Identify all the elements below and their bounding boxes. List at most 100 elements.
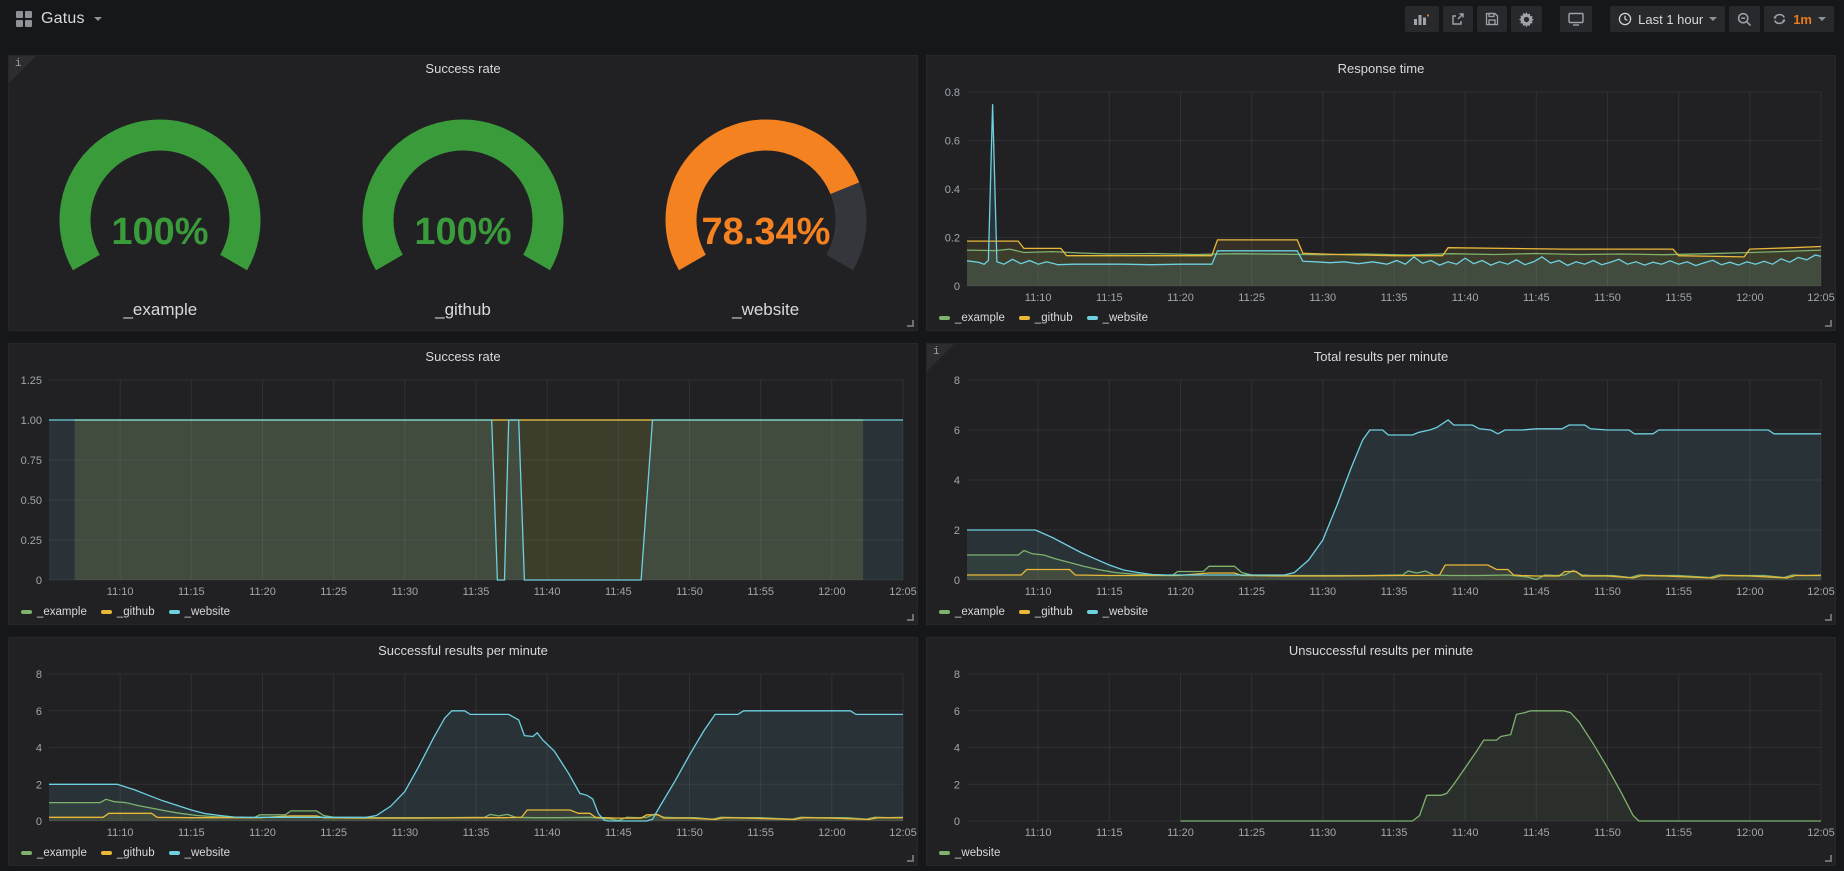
refresh-icon <box>1772 12 1787 26</box>
unsuccessful-results-chart[interactable]: 0246811:1011:1511:2011:2511:3011:3511:40… <box>931 664 1831 841</box>
legend-item[interactable]: _example <box>939 312 1005 324</box>
legend-item[interactable]: _github <box>1019 606 1073 618</box>
panel-title[interactable]: Success rate <box>9 56 917 82</box>
panel-resize-handle[interactable] <box>1825 614 1832 621</box>
legend-item[interactable]: _example <box>21 847 87 859</box>
panel-successful-results: Successful results per minute 0246811:10… <box>8 637 918 866</box>
time-range-picker[interactable]: Last 1 hour <box>1610 6 1725 32</box>
save-button[interactable] <box>1477 6 1507 32</box>
legend-series-name: _website <box>1103 312 1148 324</box>
panel-title[interactable]: Response time <box>927 56 1835 82</box>
legend-item[interactable]: _github <box>101 606 155 618</box>
chart-svg: 00.20.40.60.811:1011:1511:2011:2511:3011… <box>931 82 1831 306</box>
legend-series-color-icon <box>939 851 950 855</box>
panel-info-corner[interactable]: i <box>927 344 954 371</box>
svg-text:0.4: 0.4 <box>945 184 960 196</box>
svg-text:11:40: 11:40 <box>1452 827 1479 839</box>
legend-series-color-icon <box>101 610 112 614</box>
panel-total-results: i Total results per minute 0246811:1011:… <box>926 343 1836 625</box>
svg-text:11:25: 11:25 <box>320 586 347 598</box>
legend-item[interactable]: _example <box>939 606 1005 618</box>
tv-mode-button[interactable] <box>1560 6 1592 32</box>
svg-text:11:35: 11:35 <box>1381 827 1408 839</box>
legend-item[interactable]: _github <box>101 847 155 859</box>
svg-text:0.8: 0.8 <box>945 87 960 99</box>
panel-resize-handle[interactable] <box>907 320 914 327</box>
legend-series-color-icon <box>169 610 180 614</box>
legend-item[interactable]: _github <box>1019 312 1073 324</box>
chart-legend: _example _github _website <box>939 604 1148 620</box>
panel-info-corner[interactable]: i <box>9 56 36 83</box>
svg-text:12:05: 12:05 <box>889 586 917 598</box>
legend-series-name: _example <box>37 847 87 859</box>
panel-title[interactable]: Total results per minute <box>927 344 1835 370</box>
add-panel-button[interactable] <box>1405 6 1439 32</box>
svg-text:0.2: 0.2 <box>945 233 960 245</box>
gauge-value: 78.34% <box>701 211 830 253</box>
legend-item[interactable]: _website <box>169 606 230 618</box>
svg-text:11:35: 11:35 <box>463 586 490 598</box>
svg-text:12:05: 12:05 <box>1807 586 1835 598</box>
refresh-interval-label: 1m <box>1793 12 1812 27</box>
svg-text:11:10: 11:10 <box>107 586 134 598</box>
legend-item[interactable]: _website <box>939 847 1000 859</box>
svg-text:11:30: 11:30 <box>391 827 418 839</box>
panel-resize-handle[interactable] <box>907 614 914 621</box>
svg-text:8: 8 <box>954 669 960 681</box>
svg-text:11:35: 11:35 <box>463 827 490 839</box>
settings-button[interactable] <box>1511 6 1542 32</box>
response-time-chart[interactable]: 00.20.40.60.811:1011:1511:2011:2511:3011… <box>931 82 1831 306</box>
panel-resize-handle[interactable] <box>1825 320 1832 327</box>
svg-text:11:40: 11:40 <box>534 827 561 839</box>
legend-series-name: _github <box>1035 312 1073 324</box>
legend-item[interactable]: _website <box>1087 606 1148 618</box>
total-results-chart[interactable]: 0246811:1011:1511:2011:2511:3011:3511:40… <box>931 370 1831 600</box>
panel-title[interactable]: Success rate <box>9 344 917 370</box>
caret-down-icon <box>94 17 102 21</box>
svg-text:11:45: 11:45 <box>1523 827 1550 839</box>
gauge-arc: 78.34% <box>635 118 897 298</box>
navbar-actions: Last 1 hour 1m <box>1405 6 1834 32</box>
svg-text:12:00: 12:00 <box>1736 827 1764 839</box>
svg-text:11:40: 11:40 <box>534 586 561 598</box>
svg-text:11:50: 11:50 <box>1594 827 1621 839</box>
svg-text:11:40: 11:40 <box>1452 292 1479 304</box>
svg-text:11:50: 11:50 <box>1594 292 1621 304</box>
legend-series-color-icon <box>169 851 180 855</box>
panel-resize-handle[interactable] <box>1825 855 1832 862</box>
tv-icon <box>1568 12 1584 26</box>
svg-text:0: 0 <box>954 575 960 587</box>
success-rate-chart[interactable]: 00.250.500.751.001.2511:1011:1511:2011:2… <box>13 370 913 600</box>
svg-text:11:45: 11:45 <box>605 827 632 839</box>
svg-text:11:35: 11:35 <box>1381 292 1408 304</box>
svg-text:11:15: 11:15 <box>178 827 205 839</box>
panel-title[interactable]: Unsuccessful results per minute <box>927 638 1835 664</box>
dashboard-picker[interactable]: Gatus <box>10 6 108 32</box>
panel-title[interactable]: Successful results per minute <box>9 638 917 664</box>
svg-text:11:15: 11:15 <box>1096 827 1123 839</box>
svg-text:11:55: 11:55 <box>747 827 774 839</box>
legend-series-name: _example <box>955 312 1005 324</box>
successful-results-chart[interactable]: 0246811:1011:1511:2011:2511:3011:3511:40… <box>13 664 913 841</box>
chart-legend: _website <box>939 845 1000 861</box>
svg-text:4: 4 <box>36 743 42 755</box>
svg-text:4: 4 <box>954 475 960 487</box>
svg-text:1.25: 1.25 <box>21 375 42 387</box>
svg-text:0: 0 <box>36 816 42 828</box>
save-icon <box>1485 12 1499 26</box>
legend-series-color-icon <box>21 610 32 614</box>
panel-resize-handle[interactable] <box>907 855 914 862</box>
legend-series-name: _github <box>117 847 155 859</box>
legend-series-color-icon <box>939 610 950 614</box>
svg-text:11:50: 11:50 <box>676 827 703 839</box>
legend-item[interactable]: _website <box>169 847 230 859</box>
svg-text:11:50: 11:50 <box>1594 586 1621 598</box>
legend-item[interactable]: _example <box>21 606 87 618</box>
gauges-row: 100%_example100%_github78.34%_website <box>9 84 917 320</box>
gauge: 78.34%_website <box>614 84 917 320</box>
refresh-picker[interactable]: 1m <box>1764 6 1834 32</box>
svg-text:11:30: 11:30 <box>1309 586 1336 598</box>
legend-item[interactable]: _website <box>1087 312 1148 324</box>
share-button[interactable] <box>1443 6 1473 32</box>
zoom-out-button[interactable] <box>1729 6 1760 32</box>
